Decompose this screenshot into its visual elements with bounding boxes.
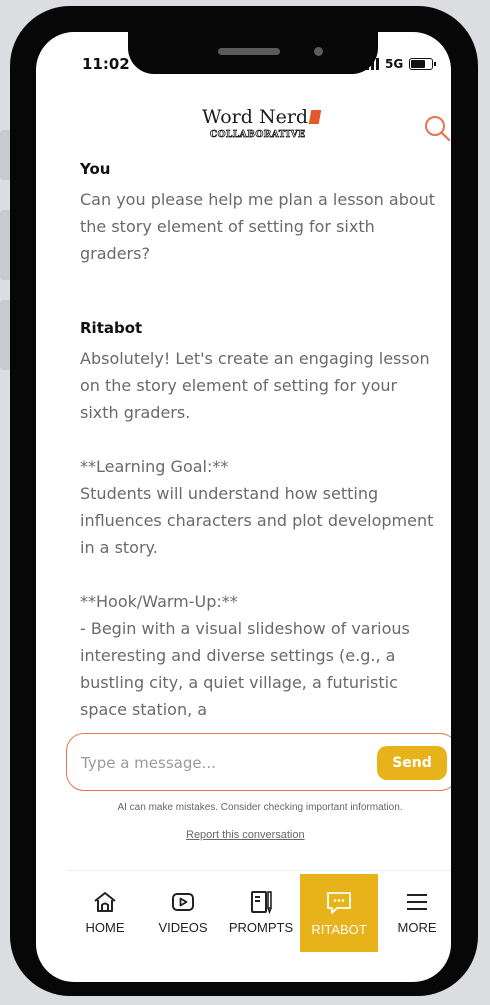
message-paragraph: Can you please help me plan a lesson abo… xyxy=(80,190,436,263)
bottom-tab-bar: HOME VIDEOS PROMPTS RITABOT MORE xyxy=(66,874,451,952)
status-time: 11:02 xyxy=(82,55,130,73)
tab-label: PROMPTS xyxy=(228,920,294,935)
logo-subtitle: COLLABORATIVE xyxy=(210,130,306,141)
camera-icon xyxy=(314,47,323,56)
app-screen: 11:02 5G Word Nerd COLLABORATIVE You Can … xyxy=(36,32,451,982)
tab-more[interactable]: MORE xyxy=(378,874,451,952)
message-gap xyxy=(80,267,440,317)
message-paragraph: **Learning Goal:** Students will underst… xyxy=(80,457,434,557)
logo-text: Word Nerd xyxy=(202,106,309,128)
search-icon xyxy=(425,116,451,142)
video-play-icon xyxy=(172,893,194,911)
home-icon xyxy=(94,892,116,912)
app-logo: Word Nerd COLLABORATIVE xyxy=(202,106,342,166)
message-input[interactable] xyxy=(79,748,353,778)
tab-videos[interactable]: VIDEOS xyxy=(144,874,222,952)
tab-label: MORE xyxy=(397,920,437,935)
menu-icon xyxy=(407,894,427,910)
ai-disclaimer: AI can make mistakes. Consider checking … xyxy=(117,802,403,813)
chat-message: Ritabot Absolutely! Let's create an engag… xyxy=(80,317,440,723)
send-button[interactable]: Send xyxy=(377,746,447,780)
network-type: 5G xyxy=(385,57,404,71)
tab-prompts[interactable]: PROMPTS xyxy=(222,874,300,952)
message-author: You xyxy=(80,160,111,178)
logo-mark-icon xyxy=(308,110,322,124)
tab-home[interactable]: HOME xyxy=(66,874,144,952)
chat-thread: You Can you please help me plan a lesson … xyxy=(80,158,440,723)
tab-label: HOME xyxy=(85,920,125,935)
tab-label: VIDEOS xyxy=(158,920,208,935)
tab-ritabot[interactable]: RITABOT xyxy=(300,874,378,952)
speaker-icon xyxy=(218,48,280,55)
message-composer: Send xyxy=(66,733,451,791)
phone-frame: 11:02 5G Word Nerd COLLABORATIVE You Can … xyxy=(10,6,478,996)
message-paragraph: **Hook/Warm-Up:** - Begin with a visual … xyxy=(80,592,410,719)
chat-bubble-icon xyxy=(327,892,351,914)
chat-message: You Can you please help me plan a lesson … xyxy=(80,158,440,267)
message-paragraph: Absolutely! Let's create an engaging les… xyxy=(80,349,430,422)
battery-icon xyxy=(409,58,437,70)
prompts-icon xyxy=(251,891,272,914)
tabbar-divider xyxy=(66,870,451,871)
tab-label: RITABOT xyxy=(311,922,367,937)
report-conversation-link[interactable]: Report this conversation xyxy=(186,829,305,841)
search-button[interactable] xyxy=(421,112,451,146)
message-author: Ritabot xyxy=(80,319,143,337)
phone-notch xyxy=(128,26,378,74)
